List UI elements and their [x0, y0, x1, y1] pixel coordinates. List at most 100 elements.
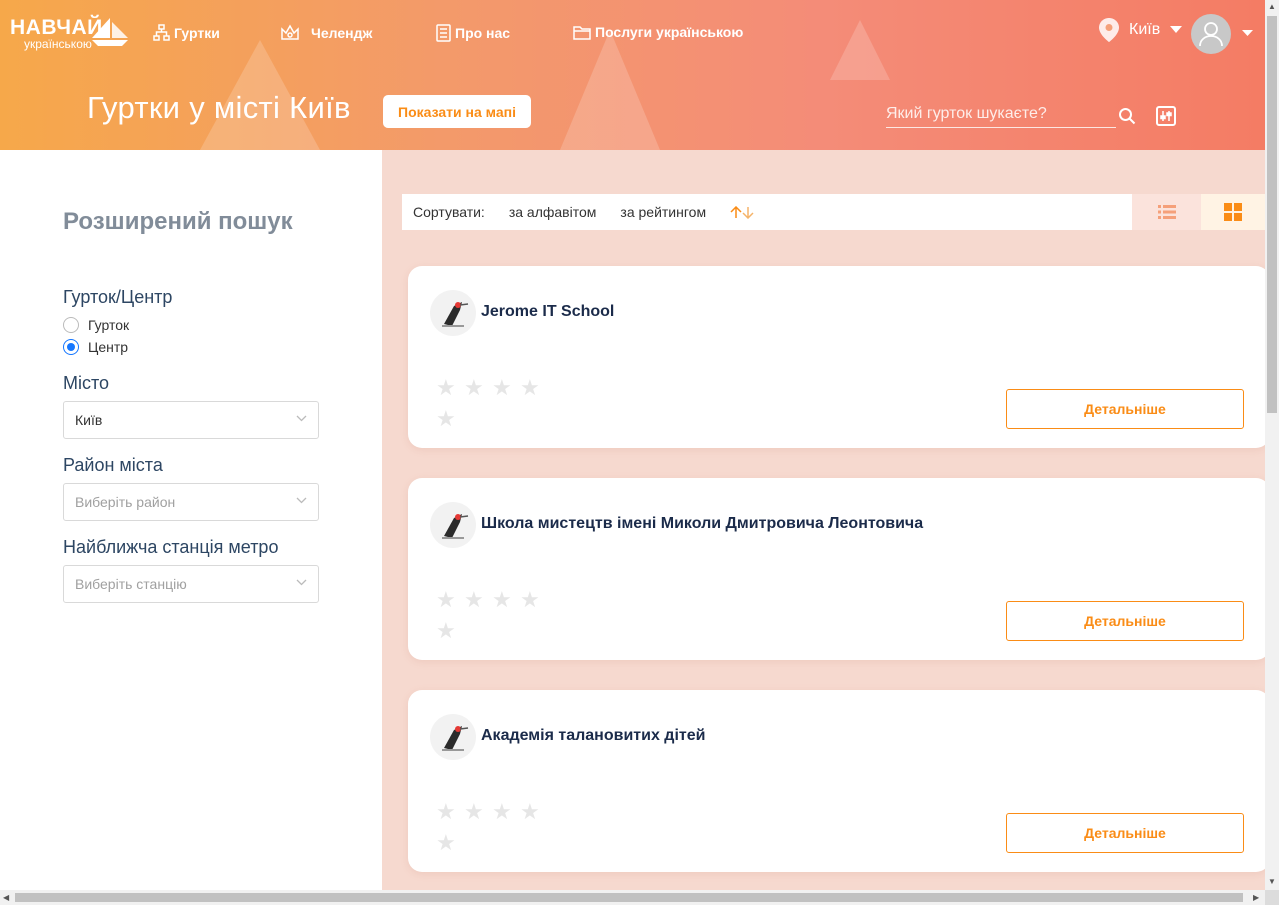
arrow-up-icon[interactable] [730, 205, 742, 219]
logo-title: НАВЧАЙ [10, 16, 103, 39]
results-area: Сортувати: за алфавітом за рейтингом Jer… [382, 150, 1265, 890]
metro-select[interactable]: Виберіть станцію [63, 565, 319, 603]
city-select-value: Київ [75, 412, 103, 428]
scroll-down-arrow-icon[interactable]: ▼ [1268, 877, 1276, 886]
city-label: Київ [1129, 21, 1161, 38]
star-icon: ★ [520, 375, 540, 400]
district-placeholder: Виберіть район [75, 494, 176, 510]
club-title[interactable]: Академія талановитих дітей [481, 727, 705, 745]
scroll-left-arrow-icon[interactable]: ◀ [3, 893, 9, 902]
sort-label: Сортувати: [413, 204, 485, 220]
advanced-search-title: Розширений пошук [63, 208, 293, 235]
star-icon: ★ [436, 587, 456, 612]
star-icon: ★ [436, 375, 456, 400]
star-icon: ★ [492, 799, 512, 824]
sort-direction-toggle[interactable] [730, 205, 754, 219]
club-card[interactable]: Jerome IT School ★ ★ ★ ★ ★ Детальніше [408, 266, 1265, 448]
club-logo [430, 502, 476, 548]
paper-plane-decoration [830, 20, 890, 80]
folder-icon [573, 25, 591, 40]
rating-stars: ★ ★ ★ ★ ★ [436, 796, 556, 858]
boat-logo-icon [92, 18, 128, 46]
woodpecker-logo-icon [442, 302, 469, 327]
nav-label: Про нас [455, 25, 511, 41]
star-icon: ★ [436, 406, 456, 431]
search-input[interactable] [886, 100, 1116, 127]
grid-icon [1224, 203, 1242, 221]
details-button[interactable]: Детальніше [1006, 601, 1244, 641]
woodpecker-logo-icon [442, 514, 469, 539]
user-avatar[interactable] [1191, 14, 1231, 54]
star-icon: ★ [492, 587, 512, 612]
list-view-toggle[interactable] [1132, 194, 1201, 230]
club-title[interactable]: Школа мистецтв імені Миколи Дмитровича Л… [481, 515, 923, 533]
star-icon: ★ [464, 799, 484, 824]
search-field[interactable] [886, 100, 1116, 128]
arrow-down-icon[interactable] [742, 206, 754, 219]
star-icon: ★ [520, 587, 540, 612]
radio-label: Центр [88, 339, 129, 355]
horizontal-scrollbar[interactable]: ◀ ▶ [0, 890, 1265, 905]
city-field-label: Місто [63, 373, 110, 393]
star-icon: ★ [436, 618, 456, 643]
star-icon: ★ [520, 799, 540, 824]
club-logo [430, 714, 476, 760]
user-icon [1199, 22, 1223, 47]
nav-item-services[interactable]: Послуги українською [573, 24, 743, 40]
radio-center[interactable]: Центр [63, 339, 128, 355]
details-button[interactable]: Детальніше [1006, 813, 1244, 853]
metro-placeholder: Виберіть станцію [75, 576, 187, 592]
radio-club[interactable]: Гурток [63, 317, 129, 333]
city-select[interactable]: Київ [63, 401, 319, 439]
header: НАВЧАЙ українською Гуртки Челендж Про на… [0, 0, 1265, 150]
sort-by-alphabet[interactable]: за алфавітом [509, 204, 597, 220]
nav-label: Челендж [311, 24, 373, 41]
hierarchy-icon [153, 24, 170, 41]
rating-stars: ★ ★ ★ ★ ★ [436, 372, 556, 434]
woodpecker-logo-icon [442, 726, 469, 751]
club-card[interactable]: Школа мистецтв імені Миколи Дмитровича Л… [408, 478, 1265, 660]
show-on-map-button[interactable]: Показати на мапі [383, 95, 531, 128]
star-icon: ★ [436, 799, 456, 824]
nav-label: Послуги українською [595, 24, 744, 40]
radio-circle-selected[interactable] [63, 339, 79, 355]
nav-item-about[interactable]: Про нас [436, 24, 510, 42]
star-icon: ★ [436, 830, 456, 855]
search-icon[interactable] [1118, 107, 1136, 125]
sliders-icon [1160, 111, 1172, 121]
grid-view-toggle[interactable] [1201, 194, 1265, 230]
metro-label: Найближча станція метро [63, 537, 279, 557]
avatar-caret-icon[interactable] [1242, 30, 1253, 37]
nav-item-challenge[interactable]: Челендж [281, 24, 372, 41]
district-label: Район міста [63, 455, 163, 475]
scroll-up-arrow-icon[interactable]: ▲ [1268, 2, 1276, 11]
star-icon: ★ [464, 587, 484, 612]
scroll-right-arrow-icon[interactable]: ▶ [1253, 893, 1259, 902]
vertical-scroll-thumb[interactable] [1267, 16, 1277, 413]
document-icon [436, 24, 451, 42]
rating-stars: ★ ★ ★ ★ ★ [436, 584, 556, 646]
site-logo[interactable]: НАВЧАЙ українською [10, 16, 128, 50]
type-label: Гурток/Центр [63, 287, 173, 307]
page-title: Гуртки у місті Київ [87, 90, 351, 125]
sort-by-rating[interactable]: за рейтингом [620, 204, 706, 220]
radio-circle[interactable] [63, 317, 79, 333]
location-pin-icon [1099, 18, 1119, 42]
details-button[interactable]: Детальніше [1006, 389, 1244, 429]
chevron-down-icon [296, 497, 307, 504]
caret-down-icon [1170, 26, 1183, 33]
radio-label: Гурток [88, 317, 130, 333]
district-select[interactable]: Виберіть район [63, 483, 319, 521]
advanced-filter-icon[interactable] [1156, 106, 1176, 126]
horizontal-scroll-thumb[interactable] [15, 893, 1243, 902]
star-icon: ★ [492, 375, 512, 400]
club-card[interactable]: Академія талановитих дітей ★ ★ ★ ★ ★ Детальн… [408, 690, 1265, 872]
city-selector[interactable]: Київ [1099, 18, 1183, 42]
club-logo [430, 290, 476, 336]
club-title[interactable]: Jerome IT School [481, 303, 614, 321]
vertical-scrollbar[interactable]: ▲ ▼ [1265, 0, 1279, 890]
paper-plane-decoration [560, 30, 660, 150]
crown-icon [281, 24, 299, 40]
chevron-down-icon [296, 415, 307, 422]
nav-item-clubs[interactable]: Гуртки [153, 24, 220, 41]
